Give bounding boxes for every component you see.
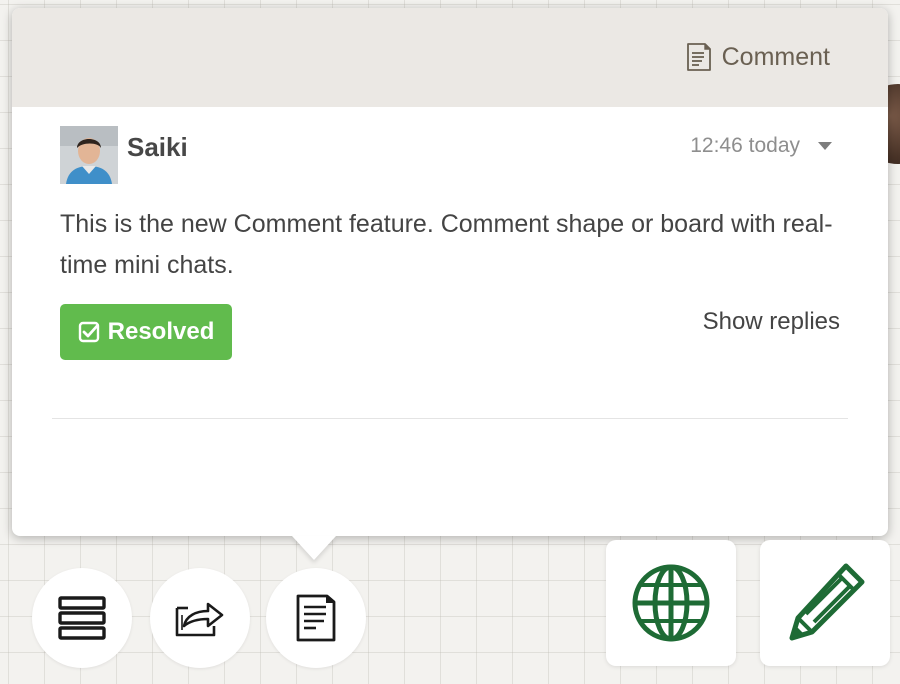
comment-panel: Comment Saiki 12:46 today This is the ne… <box>12 8 888 536</box>
share-button[interactable] <box>150 568 250 668</box>
comment-timestamp: 12:46 today <box>690 134 800 157</box>
avatar[interactable] <box>60 126 118 184</box>
comment-button[interactable] <box>266 568 366 668</box>
globe-button[interactable] <box>606 540 736 666</box>
divider <box>52 418 848 419</box>
comment-panel-header: Comment <box>12 8 888 107</box>
resolved-label: Resolved <box>107 318 215 345</box>
chevron-down-icon[interactable] <box>818 142 832 150</box>
globe-icon <box>629 561 713 645</box>
document-icon <box>686 42 712 72</box>
panel-pointer <box>292 536 336 560</box>
checkbox-checked-icon <box>78 321 100 343</box>
comment-icon <box>294 592 338 644</box>
pencil-button[interactable] <box>760 540 890 666</box>
comment-tab-label: Comment <box>721 42 830 71</box>
pencil-icon <box>782 560 868 646</box>
comment-tab[interactable]: Comment <box>686 42 830 72</box>
menu-button[interactable] <box>32 568 132 668</box>
comment-body: This is the new Comment feature. Comment… <box>60 210 833 279</box>
share-icon <box>174 598 226 638</box>
menu-icon <box>57 595 107 641</box>
comment-author: Saiki <box>127 132 188 162</box>
resolved-button[interactable]: Resolved <box>60 304 232 360</box>
show-replies-link[interactable]: Show replies <box>703 308 840 336</box>
